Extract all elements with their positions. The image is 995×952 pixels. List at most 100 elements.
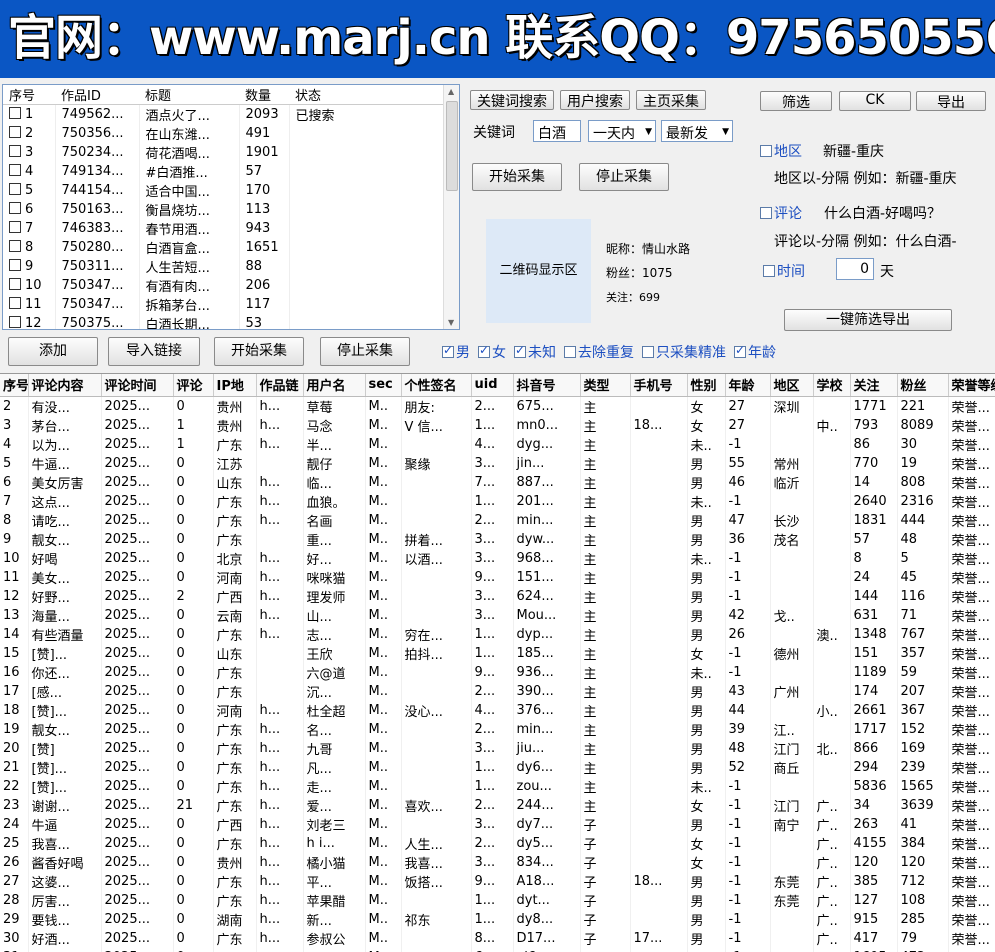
start-collect-button[interactable]: 开始采集: [472, 163, 562, 191]
row-checkbox[interactable]: [9, 164, 21, 176]
days-input[interactable]: 0: [836, 258, 874, 280]
table-row[interactable]: 13 海量... 2025... 0 云南 h... 山... M.. 3... Mou... 主 男…: [0, 605, 995, 625]
export-button[interactable]: 导出: [916, 91, 986, 111]
table-row[interactable]: 7 这点... 2025... 0 广东 h... 血狼。 M.. 1... 201... 主 未..…: [0, 491, 995, 511]
grid-column-header[interactable]: 用户名: [303, 374, 366, 397]
stop-collect-button[interactable]: 停止采集: [579, 163, 669, 191]
table-row[interactable]: 17 [感... 2025... 0 广东 沉... M.. 2... 390... 主 男 43 广州…: [0, 681, 995, 701]
table-row[interactable]: 19 靓女... 2025... 0 广东 h... 名... M.. 2... min... 主 男…: [0, 719, 995, 739]
table-row[interactable]: 4 以为... 2025... 1 广东 h... 半... M.. 4... dyg... 主 未.…: [0, 434, 995, 454]
option-checkbox[interactable]: 只采集精准: [642, 345, 726, 361]
table-row[interactable]: 6 美女厉害 2025... 0 山东 h... 临... M.. 7... 887... 主 男 46…: [0, 472, 995, 492]
list-row[interactable]: 5 744154... 适合中国... 170: [3, 181, 443, 200]
list-row[interactable]: 8 750280... 白酒盲盒... 1651: [3, 238, 443, 257]
tab-home-collect[interactable]: 主页采集: [636, 90, 706, 110]
list-row[interactable]: 6 750163... 衡昌烧坊... 113: [3, 200, 443, 219]
grid-column-header[interactable]: 序号: [0, 374, 29, 397]
list-row[interactable]: 9 750311... 人生苦短... 88: [3, 257, 443, 276]
grid-column-header[interactable]: 学校: [813, 374, 851, 397]
comment-checkbox[interactable]: 评论: [760, 203, 802, 223]
grid-column-header[interactable]: 评论时间: [101, 374, 174, 397]
tab-keyword-search[interactable]: 关键词搜索: [470, 90, 554, 110]
row-checkbox[interactable]: [9, 297, 21, 309]
grid-column-header[interactable]: uid: [471, 374, 514, 397]
list-row[interactable]: 3 750234... 荷花酒喝... 1901: [3, 143, 443, 162]
table-row[interactable]: 29 要钱... 2025... 0 湖南 h... 新... M.. 祁东 1... dy8...…: [0, 909, 995, 929]
import-links-button[interactable]: 导入链接: [108, 337, 200, 366]
grid-column-header[interactable]: 作品链: [256, 374, 304, 397]
row-checkbox[interactable]: [9, 259, 21, 271]
row-checkbox[interactable]: [9, 145, 21, 157]
tab-user-search[interactable]: 用户搜索: [560, 90, 630, 110]
grid-column-header[interactable]: 粉丝: [897, 374, 949, 397]
table-row[interactable]: 18 [赞]... 2025... 0 河南 h... 杜全超 M.. 没心... 4... 376…: [0, 700, 995, 720]
list-column-header[interactable]: 状态: [289, 85, 443, 105]
grid-column-header[interactable]: 评论内容: [28, 374, 102, 397]
table-row[interactable]: 12 好野... 2025... 2 广西 h... 理发师 M.. 3... 624... 主 男 -…: [0, 586, 995, 606]
list-column-header[interactable]: 序号: [3, 85, 55, 105]
table-row[interactable]: 10 好喝 2025... 0 北京 h... 好... M.. 以酒... 3... 968...…: [0, 548, 995, 568]
stop-collect-button-2[interactable]: 停止采集: [320, 337, 410, 366]
grid-column-header[interactable]: 个性签名: [401, 374, 472, 397]
table-row[interactable]: 25 我喜... 2025... 0 广东 h... h i... M.. 人生... 2... d…: [0, 833, 995, 853]
keyword-input[interactable]: 白酒: [533, 120, 581, 142]
one-key-export-button[interactable]: 一键筛选导出: [784, 309, 952, 331]
comment-grid[interactable]: 序号 评论内容 评论时间 评论 IP地 作品链 用户名 sec 个性签名 uid 抖音号 类型 手机号性…: [0, 373, 995, 952]
table-row[interactable]: 9 靓女... 2025... 0 广东 重... M.. 拼着... 3... dyw... 主 男…: [0, 529, 995, 549]
grid-column-header[interactable]: sec: [365, 374, 402, 397]
region-value[interactable]: 新疆-重庆: [823, 141, 884, 161]
grid-column-header[interactable]: 关注: [850, 374, 898, 397]
row-checkbox[interactable]: [9, 316, 21, 328]
table-row[interactable]: 2 有没... 2025... 0 贵州 h... 草莓 M.. 朋友: 2... 675... 主 女…: [0, 396, 995, 416]
row-checkbox[interactable]: [9, 240, 21, 252]
list-column-header[interactable]: 数量: [239, 85, 289, 105]
list-row[interactable]: 12 750375... 白酒长期... 53: [3, 314, 443, 329]
row-checkbox[interactable]: [9, 278, 21, 290]
grid-column-header[interactable]: 年龄: [725, 374, 771, 397]
row-checkbox[interactable]: [9, 126, 21, 138]
work-list[interactable]: 序号 作品ID 标题 数量 状态 1 749562... 酒点火了... 2093 已搜索 2 75…: [2, 84, 460, 330]
filter-button[interactable]: 筛选: [760, 91, 832, 111]
row-checkbox[interactable]: [9, 107, 21, 119]
table-row[interactable]: 30 好酒... 2025... 0 广东 h... 参叔公 M.. 8... D17... 子 17…: [0, 928, 995, 948]
list-row[interactable]: 7 746383... 春节用酒... 943: [3, 219, 443, 238]
table-row[interactable]: 27 这婆... 2025... 0 广东 h... 平... M.. 饭搭... 9... A18…: [0, 871, 995, 891]
table-row[interactable]: 3 茅台... 2025... 1 贵州 h... 马念 M.. V 信... 1... mn0..…: [0, 415, 995, 435]
sort-select[interactable]: 最新发 ▼: [661, 120, 733, 142]
option-checkbox[interactable]: 男: [442, 343, 470, 361]
grid-column-header[interactable]: 地区: [770, 374, 814, 397]
table-row[interactable]: 22 [赞]... 2025... 0 广东 h... 走... M.. 1... zou... 主…: [0, 776, 995, 796]
table-row[interactable]: 16 你还... 2025... 0 广东 六@道 M.. 9... 936... 主 未.. -1 1…: [0, 662, 995, 682]
table-row[interactable]: 26 酱香好喝 2025... 0 贵州 h... 橘小猫 M.. 我喜... 3... 834..…: [0, 852, 995, 872]
option-checkbox[interactable]: 年龄: [734, 343, 776, 361]
grid-column-header[interactable]: 抖音号: [513, 374, 581, 397]
table-row[interactable]: 11 美女... 2025... 0 河南 h... 咪咪猫 M.. 9... 151... 主 男 -…: [0, 567, 995, 587]
list-column-header[interactable]: 作品ID: [55, 85, 139, 105]
list-scrollbar[interactable]: ▲ ▼: [443, 85, 459, 329]
option-checkbox[interactable]: 女: [478, 343, 506, 361]
table-row[interactable]: 20 [赞] 2025... 0 广东 h... 九哥 M.. 3... jiu... 主 男 48 江门…: [0, 738, 995, 758]
table-row[interactable]: 23 谢谢... 2025... 21 广东 h... 爱... M.. 喜欢... 2... 24…: [0, 795, 995, 815]
option-checkbox[interactable]: 去除重复: [564, 345, 634, 361]
ck-button[interactable]: CK: [839, 91, 911, 111]
grid-column-header[interactable]: IP地: [213, 374, 257, 397]
table-row[interactable]: 15 [赞]... 2025... 0 山东 王欣 M.. 拍抖... 1... 185... 主 女…: [0, 643, 995, 663]
grid-column-header[interactable]: 类型: [580, 374, 631, 397]
row-checkbox[interactable]: [9, 221, 21, 233]
grid-column-header[interactable]: 性别: [687, 374, 726, 397]
row-checkbox[interactable]: [9, 202, 21, 214]
list-row[interactable]: 11 750347... 拆箱茅台... 117: [3, 295, 443, 314]
table-row[interactable]: 28 厉害... 2025... 0 广东 h... 苹果醋 M.. 1... dyt... 子 男 -…: [0, 890, 995, 910]
table-row[interactable]: 8 请吃... 2025... 0 广东 h... 名画 M.. 2... min... 主 男 47 长…: [0, 510, 995, 530]
table-row[interactable]: 14 有些酒量 2025... 0 广东 h... 志... M.. 穷在... 1... dyp.…: [0, 624, 995, 644]
list-column-header[interactable]: 标题: [139, 85, 239, 105]
option-checkbox[interactable]: 未知: [514, 343, 556, 361]
table-row[interactable]: 24 牛逼 2025... 0 广西 h... 刘老三 M.. 3... dy7... 子 男 -1 南宁…: [0, 814, 995, 834]
table-row[interactable]: 5 牛逼... 2025... 0 江苏 靓仔 M.. 聚缘 3... jin... 主 男 55 常州 7…: [0, 453, 995, 473]
list-row[interactable]: 4 749134... #白酒推... 57: [3, 162, 443, 181]
start-collect-button-2[interactable]: 开始采集: [214, 337, 304, 366]
row-checkbox[interactable]: [9, 183, 21, 195]
time-range-select[interactable]: 一天内 ▼: [588, 120, 656, 142]
grid-column-header[interactable]: 评论: [173, 374, 214, 397]
comment-value[interactable]: 什么白酒-好喝吗？: [824, 203, 941, 223]
